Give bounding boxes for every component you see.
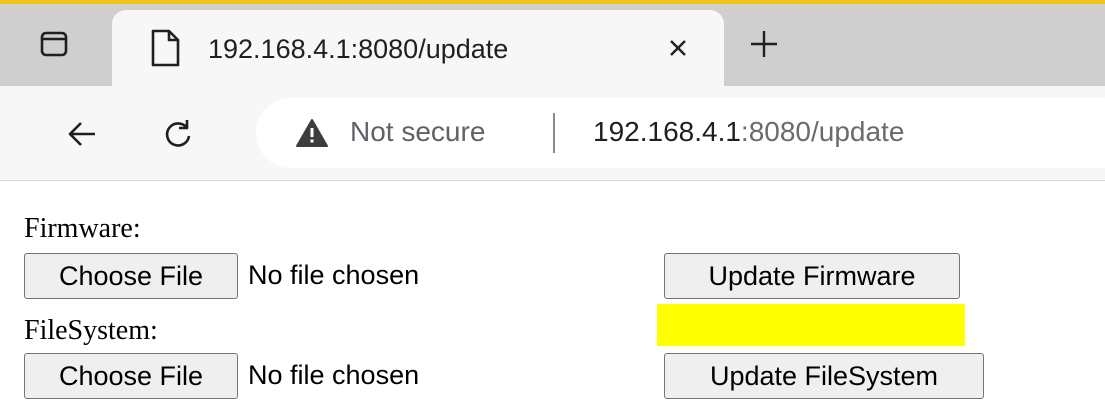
page-content: Firmware: Choose File No file chosen Upd…	[0, 181, 1105, 400]
back-arrow-icon	[68, 122, 95, 146]
new-tab-button[interactable]	[742, 22, 786, 66]
url-host: 192.168.4.1	[593, 116, 741, 147]
tab-close-button[interactable]	[660, 30, 696, 66]
update-firmware-button[interactable]: Update Firmware	[664, 253, 960, 299]
close-icon	[670, 40, 686, 56]
yellow-highlight	[657, 304, 965, 346]
browser-toolbar: Not secure 192.168.4.1:8080/update	[0, 86, 1105, 181]
reload-icon	[165, 120, 191, 147]
page-icon	[151, 29, 180, 67]
browser-window: 192.168.4.1:8080/update Not secure 192.1…	[0, 0, 1105, 400]
firmware-choose-file-button[interactable]: Choose File	[24, 253, 238, 299]
tab-strip: 192.168.4.1:8080/update	[0, 0, 1105, 86]
security-status[interactable]: Not secure	[350, 116, 485, 148]
address-bar[interactable]: Not secure 192.168.4.1:8080/update	[256, 98, 1105, 168]
omnibox-separator	[553, 113, 555, 153]
tab-title: 192.168.4.1:8080/update	[208, 34, 509, 64]
tab-update[interactable]: 192.168.4.1:8080/update	[112, 10, 724, 86]
filesystem-label: FileSystem:	[24, 315, 158, 346]
back-button[interactable]	[58, 110, 106, 158]
update-filesystem-button[interactable]: Update FileSystem	[664, 353, 984, 399]
url-text[interactable]: 192.168.4.1:8080/update	[593, 116, 904, 148]
firmware-file-status: No file chosen	[248, 260, 420, 290]
tab-actions-icon	[40, 31, 68, 57]
reload-button[interactable]	[154, 110, 202, 158]
filesystem-file-status: No file chosen	[248, 360, 420, 390]
firmware-label: Firmware:	[24, 213, 141, 244]
url-path: :8080/update	[740, 116, 905, 147]
tab-actions-button[interactable]	[32, 22, 76, 66]
tab-strip-accent	[0, 0, 1105, 4]
warning-icon[interactable]	[296, 118, 328, 148]
filesystem-choose-file-button[interactable]: Choose File	[24, 353, 238, 399]
plus-icon	[751, 31, 777, 57]
